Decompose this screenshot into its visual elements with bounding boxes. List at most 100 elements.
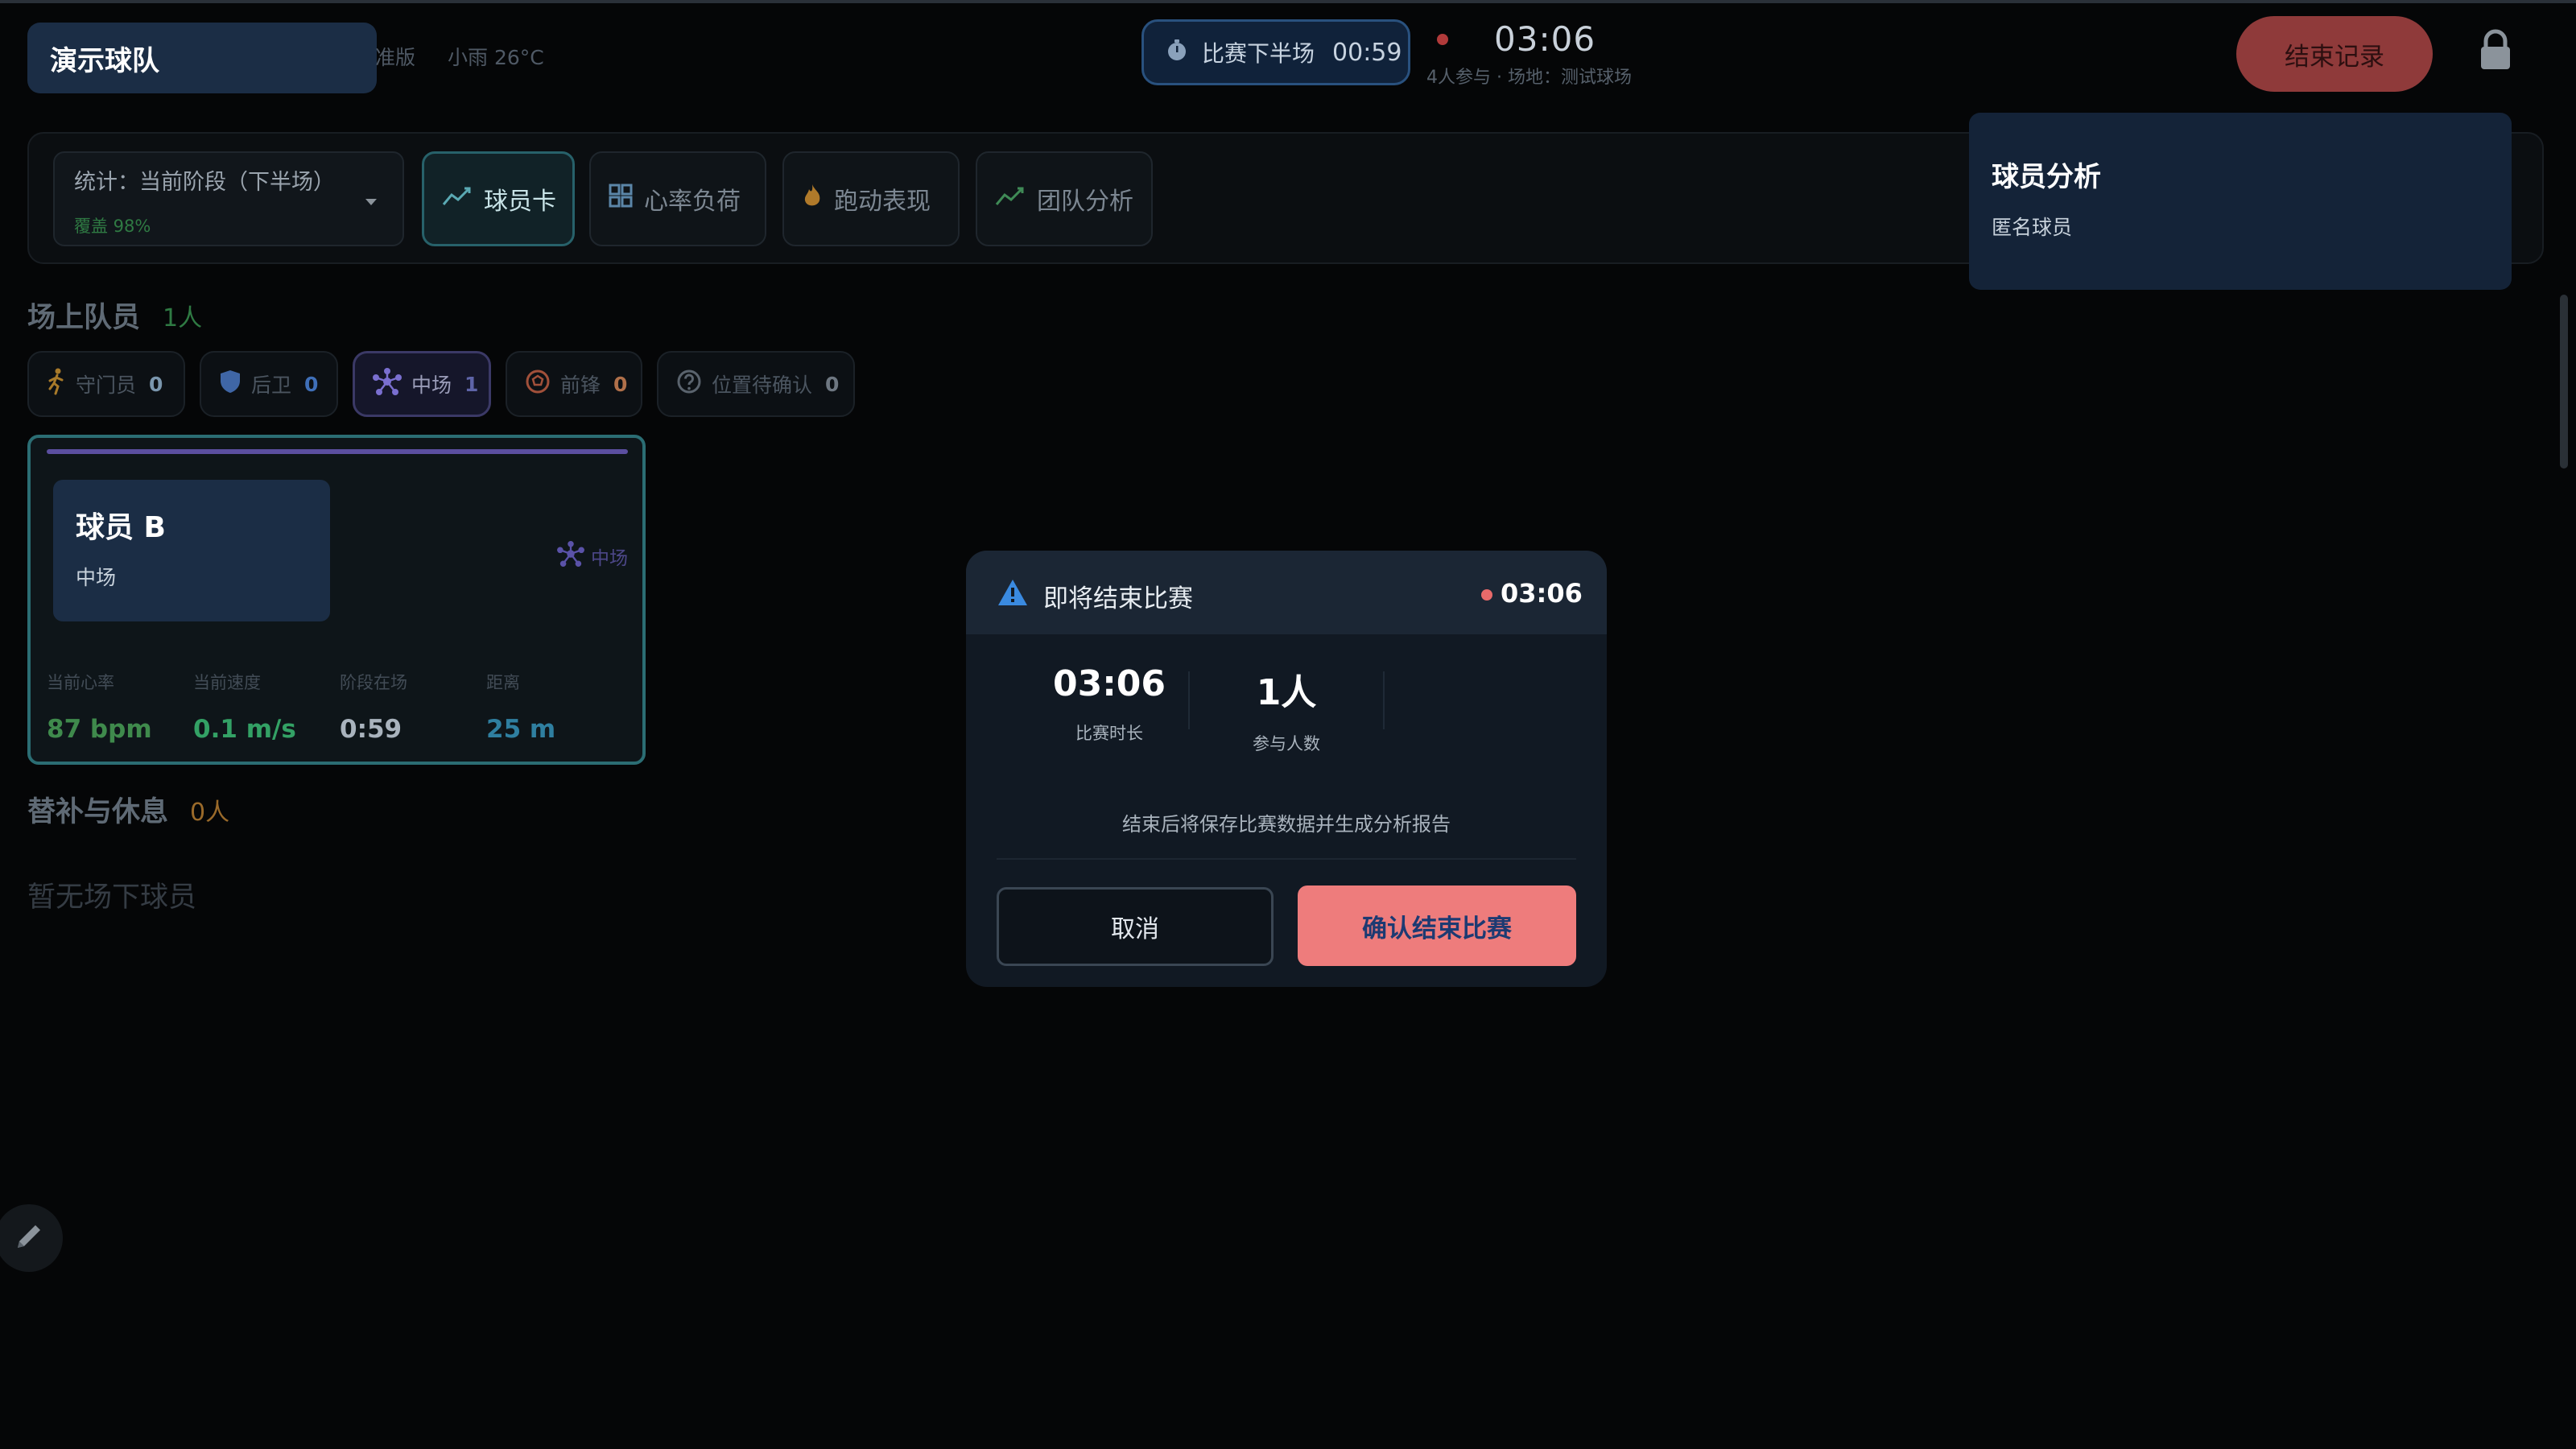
metric-value: 87 bpm — [47, 715, 152, 744]
trend-icon — [995, 184, 1026, 214]
half-time: 00:59 — [1332, 38, 1402, 67]
metric-label: 当前心率 — [47, 673, 114, 692]
edition-label: 准版 — [375, 46, 416, 69]
metric-label: 距离 — [486, 673, 520, 692]
chip-label: 前锋 — [560, 374, 601, 397]
position-tag: 中场 — [557, 541, 628, 572]
position-chip-forward[interactable]: 前锋 0 — [506, 351, 642, 417]
edit-button[interactable] — [0, 1204, 63, 1272]
warning-icon — [997, 578, 1029, 610]
lock-icon — [2478, 29, 2513, 74]
player-position: 中场 — [76, 566, 117, 589]
dialog-time: 03:06 — [1501, 578, 1583, 609]
stat-scope-select[interactable]: 统计：当前阶段（下半场） 覆盖 98% — [53, 151, 404, 246]
tab-label: 心率负荷 — [644, 188, 741, 216]
grid-icon — [609, 184, 633, 214]
end-record-button[interactable]: 结束记录 — [2236, 16, 2433, 92]
metric-distance: 距离 25 m — [486, 670, 555, 744]
team-name-pill[interactable]: 演示球队 — [27, 23, 377, 93]
coverage-label: 覆盖 98% — [74, 217, 151, 236]
panel-subtitle: 匿名球员 — [1992, 216, 2073, 239]
caret-down-icon — [364, 195, 378, 210]
top-edge-line — [0, 0, 2576, 3]
chip-label: 后卫 — [251, 374, 292, 397]
metric-value: 25 m — [486, 715, 556, 744]
bench-title: 替补与休息 — [27, 796, 169, 828]
dialog-title: 即将结束比赛 — [1043, 584, 1193, 613]
tab-label: 团队分析 — [1037, 188, 1133, 216]
participants-label: 参与人数 — [1253, 734, 1320, 753]
on-field-count: 1人 — [163, 304, 203, 332]
chip-count: 0 — [149, 372, 163, 396]
pencil-icon — [11, 1219, 47, 1257]
tab-team-analysis[interactable]: 团队分析 — [976, 151, 1153, 246]
recording-dot — [1437, 34, 1448, 45]
position-chip-unconfirmed[interactable]: 位置待确认 0 — [657, 351, 855, 417]
tab-heart-rate-load[interactable]: 心率负荷 — [589, 151, 766, 246]
venue-info: 4人参与 · 场地：测试球场 — [1426, 68, 1632, 88]
team-name: 演示球队 — [50, 44, 159, 77]
shield-icon — [219, 369, 242, 399]
stat-scope-label: 统计：当前阶段（下半场） — [74, 170, 335, 195]
chip-label: 中场 — [411, 374, 452, 397]
position-chip-defender[interactable]: 后卫 0 — [200, 351, 338, 417]
duration-label: 比赛时长 — [1075, 724, 1143, 743]
panel-title: 球员分析 — [1992, 161, 2101, 193]
cancel-button[interactable]: 取消 — [997, 887, 1274, 966]
participants-stat: 1人 参与人数 — [1190, 663, 1383, 755]
trend-icon — [442, 184, 473, 214]
position-chip-goalkeeper[interactable]: 守门员 0 — [27, 351, 185, 417]
scrollbar-thumb[interactable] — [2560, 295, 2568, 469]
duration-value: 03:06 — [1052, 663, 1166, 704]
chip-count: 0 — [304, 372, 319, 396]
end-match-dialog: 即将结束比赛 03:06 03:06 比赛时长 1人 参与人数 结束后将保存比赛… — [966, 551, 1607, 987]
chip-count: 0 — [825, 372, 840, 396]
metric-value: 0:59 — [340, 715, 402, 744]
on-field-title: 场上队员 — [27, 302, 141, 334]
metric-heart-rate: 当前心率 87 bpm — [47, 670, 152, 744]
player-name-box: 球员 B 中场 — [53, 480, 330, 621]
player-name: 球员 B — [76, 511, 166, 544]
stat-divider — [1383, 671, 1385, 729]
position-color-bar — [47, 449, 628, 454]
network-icon — [373, 368, 402, 400]
half-label: 比赛下半场 — [1202, 40, 1315, 67]
metric-label: 当前速度 — [193, 673, 261, 692]
tab-player-card[interactable]: 球员卡 — [422, 151, 575, 246]
dialog-separator — [997, 858, 1576, 860]
tab-label: 跑动表现 — [834, 188, 931, 216]
dialog-header: 即将结束比赛 03:06 — [966, 551, 1607, 634]
lock-button[interactable] — [2468, 24, 2523, 79]
bench-count: 0人 — [190, 799, 230, 827]
confirm-end-match-button[interactable]: 确认结束比赛 — [1298, 886, 1576, 966]
app-screen: 演示球队 准版 小雨 26°C 比赛下半场 00:59 03:06 4人参与 ·… — [0, 0, 2576, 1449]
metric-time-on-field: 阶段在场 0:59 — [340, 670, 407, 744]
dialog-note: 结束后将保存比赛数据并生成分析报告 — [1122, 813, 1451, 836]
recording-dot — [1481, 589, 1492, 601]
chip-count: 0 — [613, 372, 628, 396]
match-clock: 03:06 — [1494, 19, 1596, 59]
runner-icon — [47, 368, 66, 400]
player-card[interactable]: 球员 B 中场 中场 当前心率 87 bpm 当前速度 0.1 m/s 阶段在场… — [27, 435, 646, 765]
metric-speed: 当前速度 0.1 m/s — [193, 670, 296, 744]
network-icon — [557, 541, 584, 572]
position-chip-midfield[interactable]: 中场 1 — [353, 351, 491, 417]
flame-icon — [802, 183, 823, 215]
player-analysis-panel[interactable]: 球员分析 匿名球员 — [1969, 113, 2512, 290]
chip-label: 位置待确认 — [712, 374, 813, 397]
weather-label: 小雨 26°C — [448, 46, 544, 69]
chip-count: 1 — [464, 372, 479, 396]
tab-running-performance[interactable]: 跑动表现 — [782, 151, 960, 246]
metric-label: 阶段在场 — [340, 673, 407, 692]
duration-stat: 03:06 比赛时长 — [1013, 663, 1206, 745]
chip-label: 守门员 — [76, 374, 137, 397]
bench-empty-text: 暂无场下球员 — [27, 881, 197, 914]
match-half-pill[interactable]: 比赛下半场 00:59 — [1141, 19, 1410, 85]
stopwatch-icon — [1165, 38, 1189, 68]
ball-icon — [525, 369, 551, 399]
tab-label: 球员卡 — [484, 188, 556, 216]
position-tag-label: 中场 — [591, 548, 628, 569]
question-icon — [676, 369, 702, 399]
metric-value: 0.1 m/s — [193, 715, 296, 744]
participants-value: 1人 — [1256, 672, 1317, 713]
